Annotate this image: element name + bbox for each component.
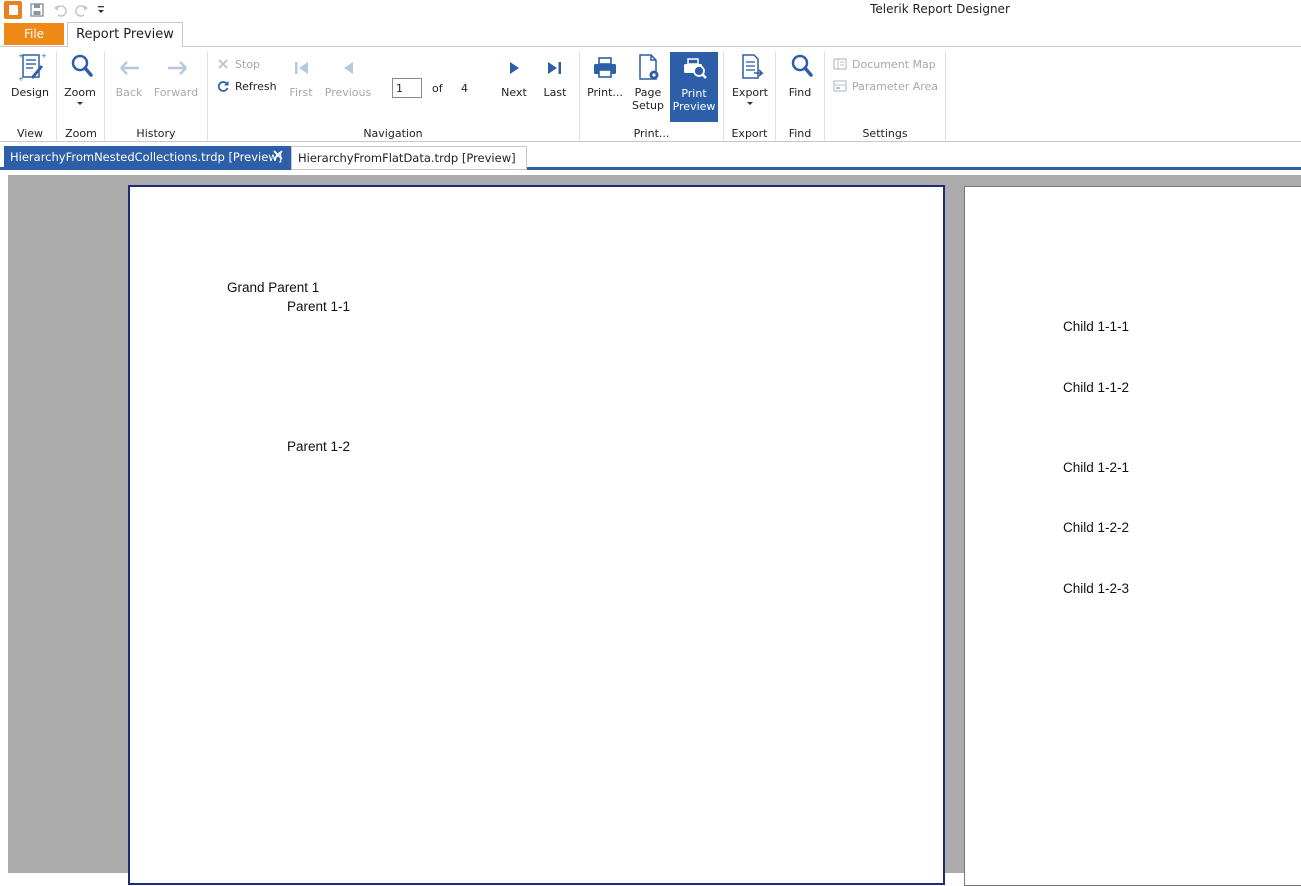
zoom-icon bbox=[64, 51, 96, 83]
printer-icon bbox=[589, 51, 621, 83]
report-text: Child 1-2-1 bbox=[1063, 460, 1130, 475]
page-setup-button[interactable]: Page Setup bbox=[628, 51, 668, 117]
report-text: Child 1-2-3 bbox=[1063, 581, 1130, 596]
next-page-icon bbox=[498, 51, 530, 83]
close-icon[interactable] bbox=[270, 149, 286, 165]
report-page-2: Child 1-1-1 Child 1-1-2 Child 1-2-1 Chil… bbox=[964, 186, 1301, 886]
group-label-history: History bbox=[136, 127, 176, 140]
find-label: Find bbox=[788, 86, 812, 99]
forward-label: Forward bbox=[153, 86, 199, 99]
group-label-export: Export bbox=[731, 127, 768, 140]
page-setup-icon bbox=[632, 51, 664, 83]
document-tab-flat-data[interactable]: HierarchyFromFlatData.trdp [Preview] bbox=[291, 146, 527, 170]
report-text: Parent 1-2 bbox=[287, 439, 351, 454]
document-map-icon bbox=[833, 57, 847, 71]
group-separator bbox=[104, 51, 105, 141]
report-text: Child 1-2-2 bbox=[1063, 520, 1130, 535]
report-text: Child 1-1-2 bbox=[1063, 380, 1130, 395]
next-page-button[interactable]: Next bbox=[496, 51, 532, 117]
arrow-right-icon bbox=[160, 51, 192, 83]
report-text: Grand Parent 1 bbox=[227, 280, 320, 295]
export-button[interactable]: Export bbox=[728, 51, 772, 117]
svg-text:+: + bbox=[18, 75, 24, 83]
page-setup-label-line1: Page bbox=[634, 86, 662, 99]
refresh-button[interactable]: Refresh bbox=[216, 77, 277, 95]
arrow-left-icon bbox=[113, 51, 145, 83]
back-button[interactable]: Back bbox=[110, 51, 148, 117]
find-icon bbox=[784, 51, 816, 83]
design-icon: + + + bbox=[14, 51, 47, 83]
document-map-button[interactable]: Document Map bbox=[833, 55, 936, 73]
group-label-view: View bbox=[16, 127, 44, 140]
print-button[interactable]: Print... bbox=[585, 51, 625, 117]
stop-button[interactable]: Stop bbox=[216, 55, 260, 73]
report-page-1: Grand Parent 1 Parent 1-1 Parent 1-2 bbox=[128, 185, 945, 885]
forward-button[interactable]: Forward bbox=[152, 51, 200, 117]
title-bar: Telerik Report Designer bbox=[0, 0, 1301, 22]
report-text: Child 1-1-1 bbox=[1063, 319, 1130, 334]
parameter-area-label: Parameter Area bbox=[852, 79, 939, 93]
previous-page-icon bbox=[332, 51, 364, 83]
print-preview-label-line1: Print bbox=[681, 87, 707, 100]
page-setup-label: Page Setup bbox=[632, 86, 664, 112]
group-separator bbox=[56, 51, 57, 141]
first-page-button[interactable]: First bbox=[284, 51, 318, 117]
report-text: Parent 1-1 bbox=[287, 299, 351, 314]
first-label: First bbox=[289, 86, 313, 99]
export-icon bbox=[734, 51, 766, 83]
page-setup-label-line2: Setup bbox=[631, 99, 665, 112]
parameter-area-icon bbox=[833, 79, 847, 93]
group-label-print: Print... bbox=[633, 127, 670, 140]
total-pages-label: 4 bbox=[461, 82, 468, 95]
find-button[interactable]: Find bbox=[780, 51, 820, 117]
tab-file[interactable]: File bbox=[4, 23, 64, 45]
tab-report-preview[interactable]: Report Preview bbox=[67, 22, 183, 47]
print-label: Print... bbox=[587, 86, 623, 99]
group-separator bbox=[945, 51, 946, 141]
svg-text:+: + bbox=[41, 52, 46, 60]
next-label: Next bbox=[501, 86, 527, 99]
page-number-input[interactable] bbox=[392, 78, 422, 98]
last-label: Last bbox=[543, 86, 567, 99]
window-title: Telerik Report Designer bbox=[870, 2, 1010, 16]
design-label: Design bbox=[11, 86, 49, 99]
chevron-down-icon bbox=[747, 102, 753, 105]
ribbon: + + + Design View Zoom Zoom Back Forward… bbox=[0, 46, 1301, 142]
previous-label: Previous bbox=[324, 86, 372, 99]
parameter-area-button[interactable]: Parameter Area bbox=[833, 77, 938, 95]
design-button[interactable]: + + + Design bbox=[6, 51, 54, 117]
print-preview-label-line2: Preview bbox=[672, 100, 716, 113]
previous-page-button[interactable]: Previous bbox=[322, 51, 374, 117]
back-label: Back bbox=[115, 86, 143, 99]
document-map-label: Document Map bbox=[852, 57, 936, 71]
svg-text:+: + bbox=[18, 52, 24, 60]
last-page-icon bbox=[539, 51, 571, 83]
refresh-label: Refresh bbox=[235, 79, 277, 93]
stop-label: Stop bbox=[235, 57, 261, 71]
zoom-button[interactable]: Zoom bbox=[60, 51, 100, 117]
last-page-button[interactable]: Last bbox=[538, 51, 572, 117]
of-label: of bbox=[432, 82, 443, 95]
refresh-icon bbox=[216, 79, 230, 93]
group-label-navigation: Navigation bbox=[363, 127, 423, 140]
print-preview-label: Print Preview bbox=[673, 87, 716, 113]
print-preview-icon bbox=[678, 52, 710, 84]
document-tab-nested-collections[interactable]: HierarchyFromNestedCollections.trdp [Pre… bbox=[4, 146, 291, 170]
export-label: Export bbox=[731, 86, 768, 99]
stop-icon bbox=[216, 57, 230, 71]
print-preview-button[interactable]: Print Preview bbox=[670, 52, 718, 122]
first-page-icon bbox=[285, 51, 317, 83]
group-label-find: Find bbox=[788, 127, 812, 140]
group-label-zoom: Zoom bbox=[65, 127, 97, 140]
zoom-label: Zoom bbox=[64, 86, 96, 99]
group-label-settings: Settings bbox=[862, 127, 908, 140]
chevron-down-icon bbox=[77, 102, 83, 105]
